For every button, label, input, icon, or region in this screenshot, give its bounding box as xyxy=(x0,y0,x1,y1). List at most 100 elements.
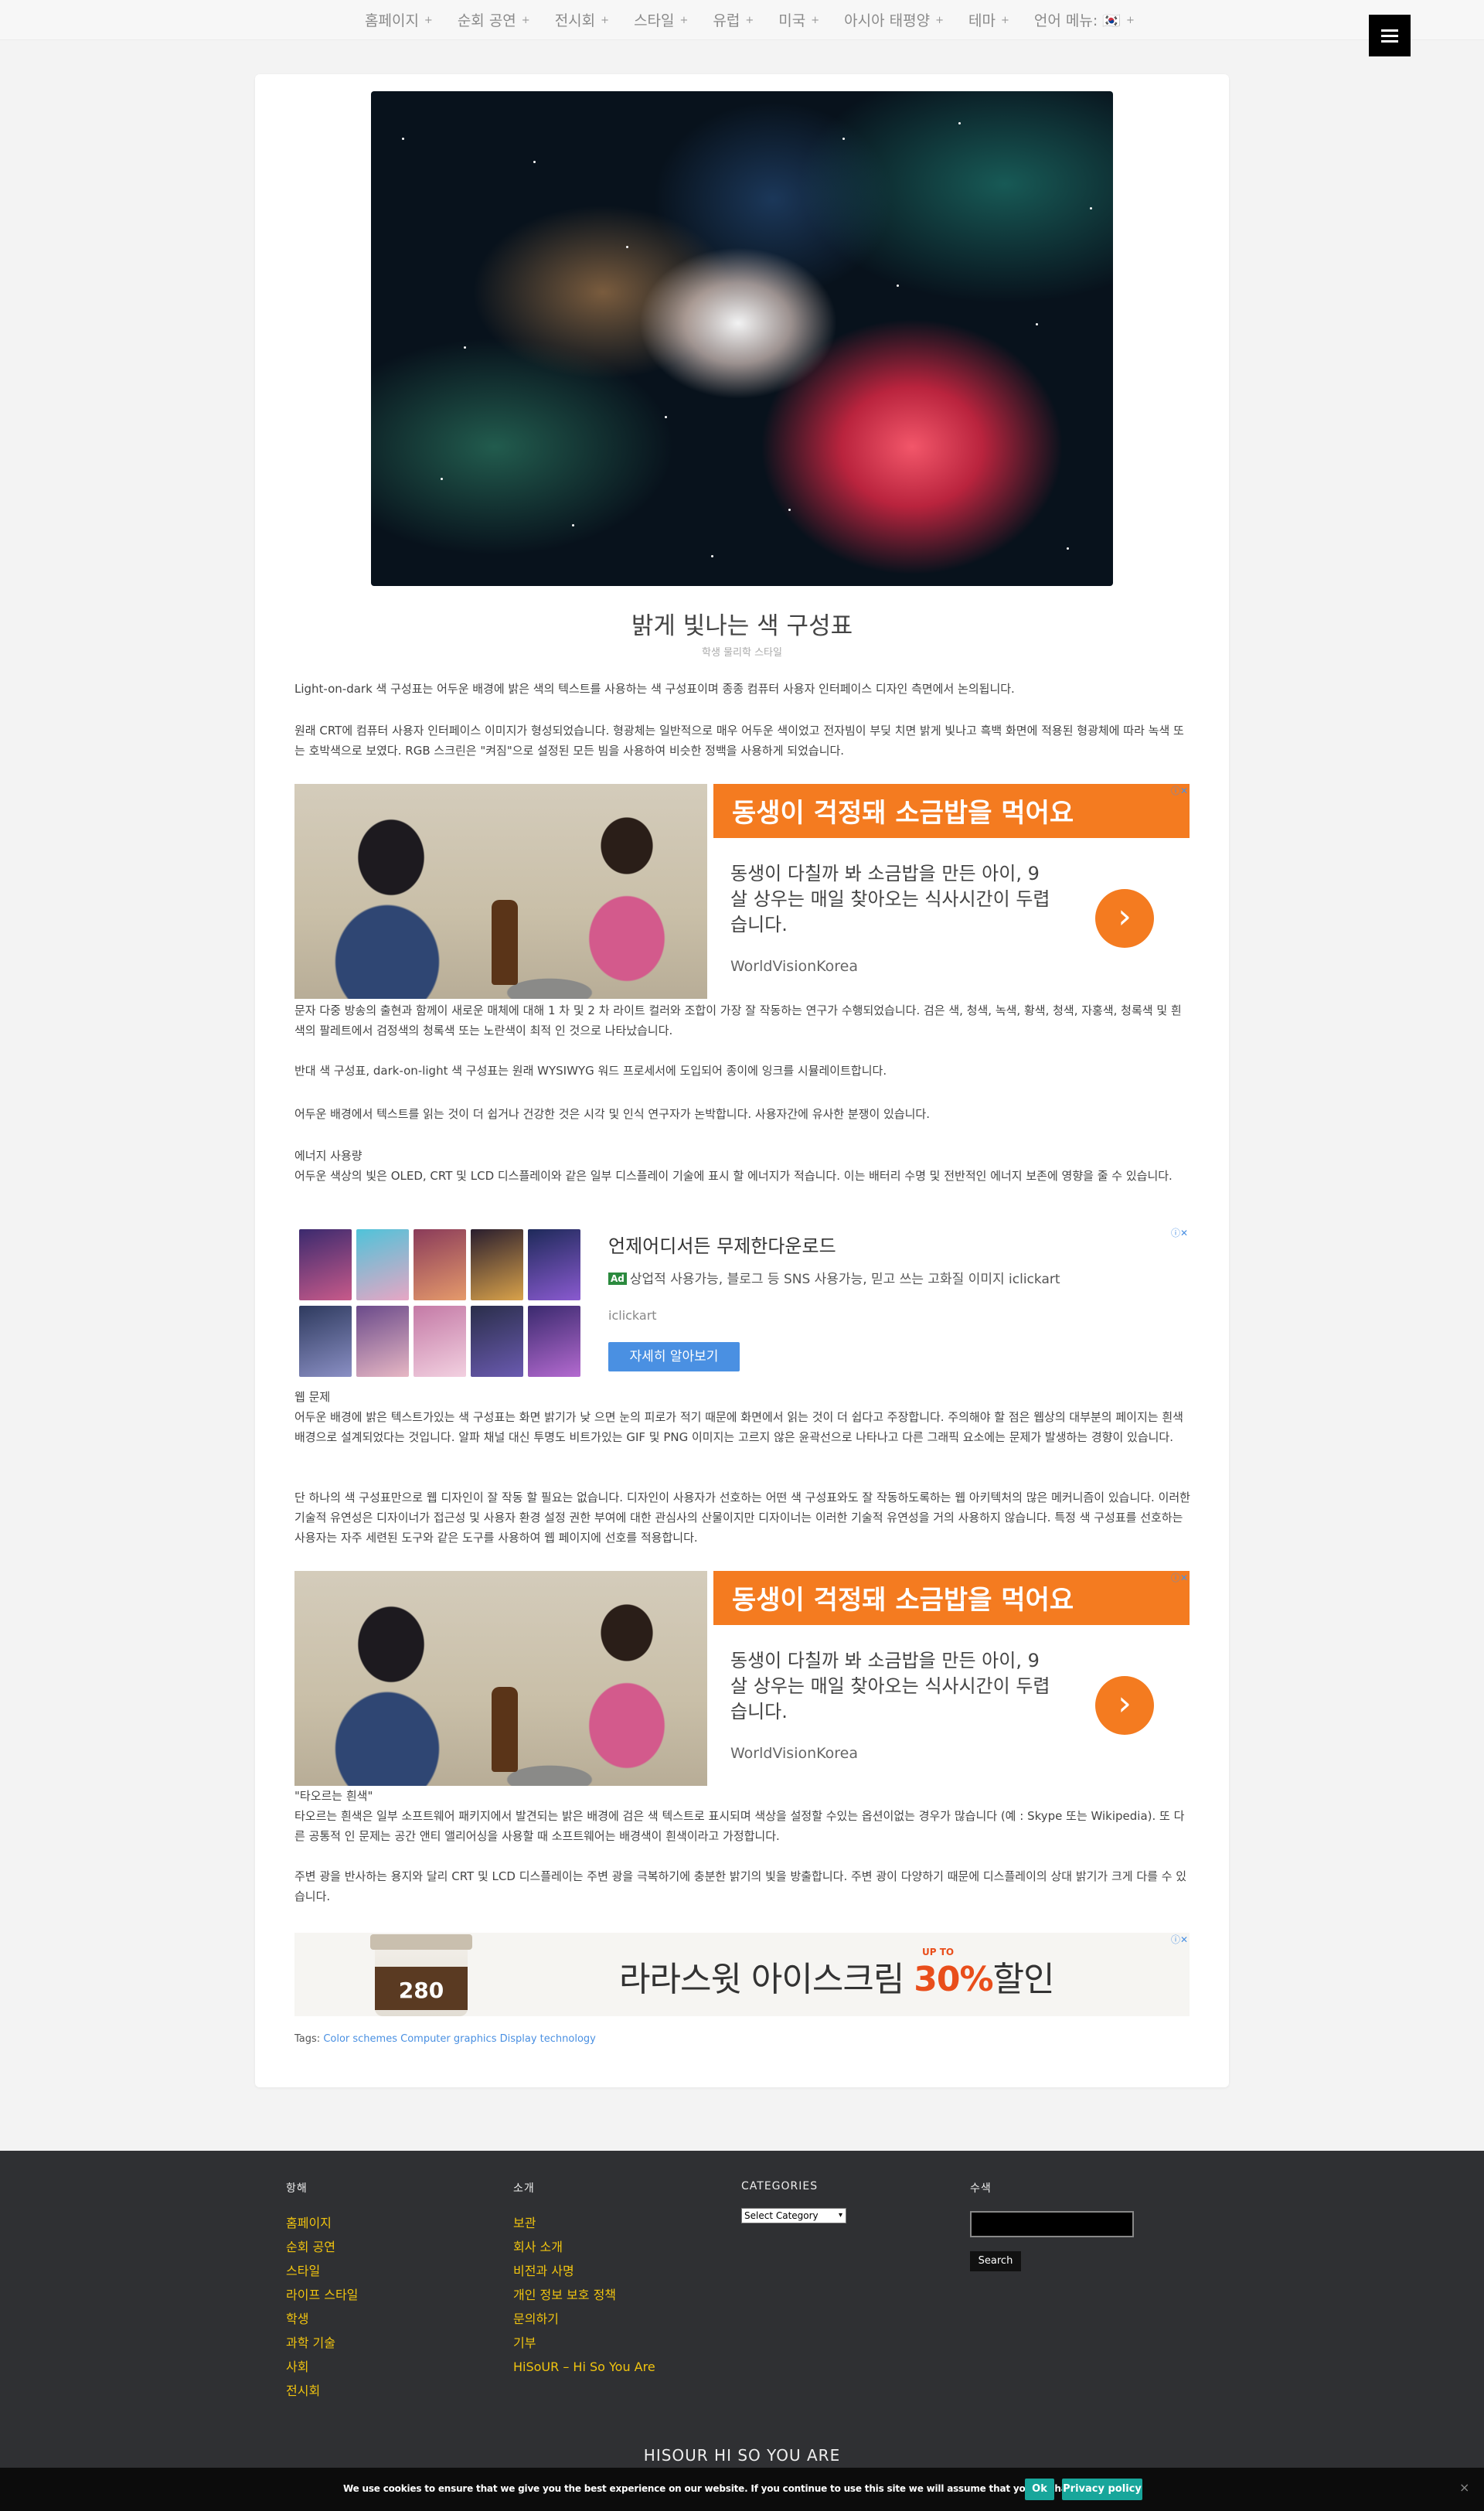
footer-about-column: 소개 보관 회사 소개 비전과 사명 개인 정보 보호 정책 문의하기 기부 H… xyxy=(513,2180,655,2379)
ad-headline[interactable]: 언제어디서든 무제한다운로드 xyxy=(608,1231,836,1258)
footer-column-title: 항해 xyxy=(286,2182,308,2195)
expand-icon[interactable]: + xyxy=(935,15,944,26)
privacy-policy-button[interactable]: Privacy policy xyxy=(1062,2479,1142,2500)
footer-column-title: 수색 xyxy=(970,2182,992,2195)
icecream-cup-image: 280 xyxy=(370,1934,472,2016)
ad-headline[interactable]: 동생이 걱정돼 소금밥을 먹어요 xyxy=(713,784,1190,838)
section-heading-white: "타오르는 흰색" xyxy=(294,1789,373,1803)
adchoices-icon[interactable]: ⓘ✕ xyxy=(1171,784,1188,797)
nav-item-america[interactable]: 미국 + xyxy=(778,9,819,30)
footer-link[interactable]: 사회 xyxy=(286,2355,358,2379)
nav-item-asia-pacific[interactable]: 아시아 태평양 + xyxy=(844,9,944,30)
expand-icon[interactable]: + xyxy=(1001,15,1009,26)
nav-item-language[interactable]: 언어 메뉴: 🇰🇷 + xyxy=(1034,9,1135,30)
cookie-consent-bar: We use cookies to ensure that we give yo… xyxy=(0,2468,1484,2511)
learn-more-button[interactable]: 자세히 알아보기 xyxy=(608,1342,740,1371)
footer-search-column: 수색 Search xyxy=(970,2180,1134,2271)
nav-item-tour[interactable]: 순회 공연 + xyxy=(458,9,530,30)
expand-icon[interactable]: + xyxy=(601,15,609,26)
cookie-ok-button[interactable]: Ok xyxy=(1025,2479,1054,2500)
footer-link[interactable]: HiSoUR – Hi So You Are xyxy=(513,2355,655,2379)
tag-link[interactable]: Color schemes xyxy=(323,2033,397,2045)
worldvision-ad[interactable]: 동생이 걱정돼 소금밥을 먹어요 동생이 다칠까 봐 소금밥을 만든 아이, 9… xyxy=(294,1571,1190,1786)
expand-icon[interactable]: + xyxy=(811,15,819,26)
ad-description[interactable]: Ad 상업적 사용가능, 블로그 등 SNS 사용가능, 믿고 쓰는 고화질 이미… xyxy=(608,1268,1060,1287)
ad-image-children xyxy=(294,784,707,999)
ad-body[interactable]: 동생이 다칠까 봐 소금밥을 만든 아이, 9살 상우는 매일 찾아오는 식사시… xyxy=(730,1648,1055,1725)
iclickart-ad[interactable]: 언제어디서든 무제한다운로드 Ad 상업적 사용가능, 블로그 등 SNS 사용가… xyxy=(294,1226,1190,1381)
nav-item-theme[interactable]: 테마 + xyxy=(968,9,1009,30)
paragraph: 문자 다중 방송의 출현과 함께이 새로운 매체에 대해 1 차 및 2 차 라… xyxy=(294,1003,1182,1037)
ad-thumbnail-grid xyxy=(299,1229,585,1378)
footer-column-title: 소개 xyxy=(513,2182,535,2195)
expand-icon[interactable]: + xyxy=(424,15,433,26)
expand-icon[interactable]: + xyxy=(745,15,754,26)
arrow-right-icon[interactable]: › xyxy=(1095,889,1154,948)
nav-item-style[interactable]: 스타일 + xyxy=(634,9,688,30)
paragraph: 원래 CRT에 컴퓨터 사용자 인터페이스 이미지가 형성되었습니다. 형광체는… xyxy=(294,724,1184,758)
tag-link[interactable]: Display technology xyxy=(500,2033,596,2045)
ad-headline[interactable]: 라라스윗 아이스크림 30%할인 xyxy=(619,1951,1055,2001)
search-input[interactable] xyxy=(970,2211,1134,2237)
nav-item-exhibition[interactable]: 전시회 + xyxy=(555,9,609,30)
footer-column-title: CATEGORIES xyxy=(741,2180,819,2192)
category-select[interactable]: Select Category ▾ xyxy=(741,2208,846,2223)
footer-link[interactable]: 순회 공연 xyxy=(286,2235,358,2259)
paragraph: 주변 광을 반사하는 용지와 달리 CRT 및 LCD 디스플레이는 주변 광을… xyxy=(294,1869,1187,1903)
expand-icon[interactable]: + xyxy=(522,15,530,26)
chevron-down-icon: ▾ xyxy=(838,2211,842,2220)
expand-icon[interactable]: + xyxy=(1126,15,1135,26)
footer-categories-column: CATEGORIES Select Category ▾ xyxy=(741,2180,846,2223)
footer-link[interactable]: 문의하기 xyxy=(513,2307,655,2331)
footer-link[interactable]: 학생 xyxy=(286,2307,358,2331)
ad-headline[interactable]: 동생이 걱정돼 소금밥을 먹어요 xyxy=(713,1571,1190,1625)
close-icon[interactable]: × xyxy=(1459,2480,1469,2495)
ad-brand[interactable]: WorldVisionKorea xyxy=(730,958,858,975)
ad-source[interactable]: iclickart xyxy=(608,1308,657,1323)
footer-brand[interactable]: HISOUR HI SO YOU ARE xyxy=(0,2446,1484,2465)
arrow-right-icon[interactable]: › xyxy=(1095,1676,1154,1735)
article-categories[interactable]: 학생 물리학 스타일 xyxy=(371,644,1113,659)
paragraph: Light-on-dark 색 구성표는 어두운 배경에 밝은 색의 텍스트를 … xyxy=(294,682,1015,696)
hamburger-menu-icon[interactable] xyxy=(1369,15,1411,56)
section-heading-energy: 에너지 사용량 xyxy=(294,1149,362,1163)
tag-link[interactable]: Computer graphics xyxy=(400,2033,496,2045)
article-tags: Tags: Color schemes Computer graphics Di… xyxy=(294,2033,596,2045)
footer-link[interactable]: 비전과 사명 xyxy=(513,2259,655,2283)
section-heading-web: 웹 문제 xyxy=(294,1390,331,1404)
footer-link[interactable]: 개인 정보 보호 정책 xyxy=(513,2283,655,2307)
ad-brand[interactable]: WorldVisionKorea xyxy=(730,1745,858,1762)
paragraph: 어두운 배경에서 텍스트를 읽는 것이 더 쉽거나 건강한 것은 시각 및 인식… xyxy=(294,1107,930,1121)
nav-item-home[interactable]: 홈페이지 + xyxy=(365,9,433,30)
cookie-message: We use cookies to ensure that we give yo… xyxy=(343,2483,1125,2494)
footer-nav-column: 항해 홈페이지 순회 공연 스타일 라이프 스타일 학생 과학 기술 사회 전시… xyxy=(286,2180,358,2403)
ad-badge: Ad xyxy=(608,1273,627,1285)
paragraph: 반대 색 구성표, dark-on-light 색 구성표는 원래 WYSIWY… xyxy=(294,1064,887,1078)
adchoices-icon[interactable]: ⓘ✕ xyxy=(1171,1226,1188,1239)
footer-link[interactable]: 과학 기술 xyxy=(286,2331,358,2355)
ad-body[interactable]: 동생이 다칠까 봐 소금밥을 만든 아이, 9살 상우는 매일 찾아오는 식사시… xyxy=(730,861,1055,938)
tags-label: Tags: xyxy=(294,2033,321,2045)
footer-link[interactable]: 스타일 xyxy=(286,2259,358,2283)
nebula-hero-image xyxy=(371,91,1113,586)
footer-link[interactable]: 전시회 xyxy=(286,2379,358,2403)
paragraph: 어두운 색상의 빛은 OLED, CRT 및 LCD 디스플레이와 같은 일부 … xyxy=(294,1169,1173,1183)
expand-icon[interactable]: + xyxy=(680,15,689,26)
footer-link[interactable]: 홈페이지 xyxy=(286,2211,358,2235)
footer-link[interactable]: 라이프 스타일 xyxy=(286,2283,358,2307)
footer-link[interactable]: 보관 xyxy=(513,2211,655,2235)
ad-image-children xyxy=(294,1571,707,1786)
top-navigation: 홈페이지 + 순회 공연 + 전시회 + 스타일 + 유럽 + 미국 + 아시아 태평양 + … xyxy=(0,0,1484,40)
search-button[interactable]: Search xyxy=(970,2251,1021,2271)
article-title: 밝게 빛나는 색 구성표 xyxy=(631,612,853,640)
adchoices-icon[interactable]: ⓘ✕ xyxy=(1171,1571,1188,1584)
adchoices-icon[interactable]: ⓘ✕ xyxy=(1171,1933,1188,1946)
worldvision-ad[interactable]: 동생이 걱정돼 소금밥을 먹어요 동생이 다칠까 봐 소금밥을 만든 아이, 9… xyxy=(294,784,1190,999)
paragraph: 어두운 배경에 밝은 텍스트가있는 색 구성표는 화면 밝기가 낮 으면 눈의 … xyxy=(294,1410,1183,1444)
icecream-ad[interactable]: 280 UP TO 라라스윗 아이스크림 30%할인 ⓘ✕ xyxy=(294,1933,1190,2016)
paragraph: 단 하나의 색 구성표만으로 웹 디자인이 잘 작동 할 필요는 없습니다. 디… xyxy=(294,1491,1190,1545)
nav-menu: 홈페이지 + 순회 공연 + 전시회 + 스타일 + 유럽 + 미국 + 아시아 태평양 + … xyxy=(365,9,1159,30)
footer-link[interactable]: 기부 xyxy=(513,2331,655,2355)
nav-item-europe[interactable]: 유럽 + xyxy=(713,9,754,30)
footer-link[interactable]: 회사 소개 xyxy=(513,2235,655,2259)
